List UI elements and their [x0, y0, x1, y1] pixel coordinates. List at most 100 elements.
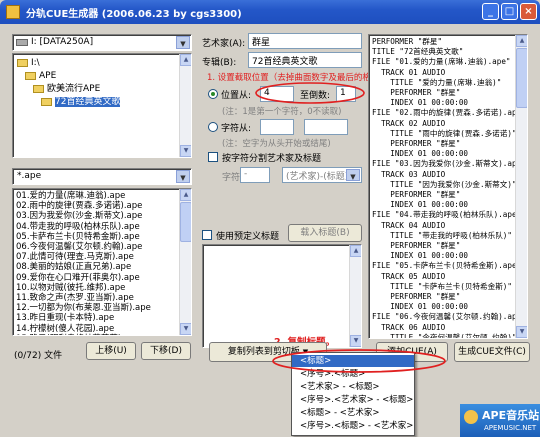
drive-combo[interactable]: I: [DATA250A] ▼: [12, 34, 192, 51]
cue-line: FILE "03.因为我爱你(沙金.斯蒂文).ape" WAVE: [372, 159, 526, 169]
tree-scrollbar[interactable]: ▲ ▼: [179, 54, 191, 157]
maximize-button[interactable]: □: [501, 3, 518, 20]
tree-node[interactable]: I:\: [17, 57, 40, 70]
file-item[interactable]: 05.卡萨布兰卡(贝特希金斯).ape: [16, 232, 188, 242]
tree-node-label: APE: [39, 71, 57, 81]
scroll-down-icon[interactable]: ▼: [180, 323, 191, 335]
char-from-field[interactable]: [260, 119, 294, 135]
cue-line: INDEX 01 00:00:00: [372, 149, 469, 159]
watermark-url: APEMUSIC.NET: [484, 424, 537, 432]
order-combo[interactable]: (艺术家)-(标题) ▼: [282, 167, 362, 183]
scroll-thumb[interactable]: [516, 48, 527, 108]
file-item[interactable]: 02.雨中的旋律(贾森.多诺诺).ape: [16, 201, 188, 211]
cue-line: TRACK 04 AUDIO: [372, 220, 446, 230]
cue-line: TITLE "雨中的旋律(贾森.多诺诺)": [372, 128, 517, 138]
tree-node[interactable]: APE: [25, 70, 56, 83]
file-item[interactable]: 09.爱你在心口难开(菲奥尔).ape: [16, 273, 188, 283]
folder-icon: [25, 71, 36, 80]
position-label: 位置从:: [221, 91, 252, 101]
file-item[interactable]: 04.带走我的呼吸(柏林乐队).ape: [16, 222, 188, 232]
file-item[interactable]: 08.美丽的姑娘(正直兄弟).ape: [16, 262, 188, 272]
file-list-scrollbar[interactable]: ▲ ▼: [179, 189, 191, 335]
cue-line: TITLE "今夜何温馨(艾尔顿.约翰)": [372, 332, 517, 339]
file-count: (0/72) 文件: [14, 351, 63, 361]
main-window: I: [DATA250A] ▼ I:\ APE 欧美流行APE 72首经典英文歌 ▲ …: [4, 24, 536, 437]
menu-item[interactable]: <艺术家> - <标题>: [292, 381, 414, 393]
scroll-down-icon[interactable]: ▼: [350, 335, 361, 347]
scroll-up-icon[interactable]: ▲: [350, 245, 361, 257]
tree-node[interactable]: 72首经典英文歌: [41, 96, 121, 109]
chevron-down-icon[interactable]: ▼: [176, 170, 190, 183]
cue-line: INDEX 01 00:00:00: [372, 98, 469, 108]
menu-highlight-ellipse: [272, 349, 446, 373]
cue-line: PERFORMER "群星": [372, 190, 461, 200]
preset-checkbox[interactable]: [202, 230, 212, 240]
cue-line: FILE "02.雨中的旋律(贾森.多诺诺).ape" WAVE: [372, 108, 526, 118]
artist-label: 艺术家(A):: [202, 39, 246, 49]
file-item[interactable]: 07.此情可待(理查.马克斯).ape: [16, 252, 188, 262]
chevron-down-icon[interactable]: ▼: [176, 36, 190, 49]
album-label: 专辑(B):: [202, 58, 237, 68]
file-list[interactable]: 01.爱的力量(席琳.迪翁).ape 02.雨中的旋律(贾森.多诺诺).ape 03…: [12, 188, 192, 336]
filter-combo[interactable]: *.ape ▼: [12, 168, 192, 185]
artist-field[interactable]: 群星: [248, 33, 362, 49]
file-item[interactable]: 10.以物对贼(彼托.维邦).ape: [16, 283, 188, 293]
file-item[interactable]: 15.路子(明利奥修林慕英菲).ape: [16, 334, 188, 335]
tree-node-label: 72首经典英文歌: [55, 97, 121, 107]
read-title-button[interactable]: 载入标题(B): [288, 224, 362, 242]
scroll-down-icon[interactable]: ▼: [516, 326, 527, 338]
file-item[interactable]: 13.昨日重现(卡本特).ape: [16, 313, 188, 323]
folder-tree[interactable]: I:\ APE 欧美流行APE 72首经典英文歌 ▲ ▼: [12, 53, 192, 158]
scroll-up-icon[interactable]: ▲: [180, 189, 191, 201]
char-to-field[interactable]: [304, 119, 348, 135]
annotation-ellipse: [255, 82, 365, 104]
cue-line: INDEX 01 00:00:00: [372, 200, 469, 210]
file-item[interactable]: 12.一切都为你(布莱恩.亚当斯).ape: [16, 303, 188, 313]
cue-line: INDEX 01 00:00:00: [372, 251, 469, 261]
generate-cue-button[interactable]: 生成CUE文件(C): [454, 342, 530, 362]
char-label: 字符从:: [221, 124, 252, 134]
cue-line: INDEX 01 00:00:00: [372, 302, 469, 312]
split-checkbox[interactable]: [208, 152, 218, 162]
file-item[interactable]: 11.致命之声(杰罗.亚当斯).ape: [16, 293, 188, 303]
char-radio[interactable]: [208, 122, 218, 132]
char-note: (注：空字为从头开始或结尾): [222, 139, 331, 149]
cue-scrollbar[interactable]: ▲ ▼: [515, 35, 527, 338]
close-button[interactable]: ×: [520, 3, 537, 20]
chevron-down-icon[interactable]: ▼: [346, 169, 360, 181]
move-up-button[interactable]: 上移(U): [86, 342, 136, 360]
scroll-down-icon[interactable]: ▼: [180, 145, 191, 157]
file-item[interactable]: 14.柠檬树(傻人花园).ape: [16, 324, 188, 334]
preset-scrollbar[interactable]: ▲ ▼: [349, 245, 361, 347]
cue-line: PERFORMER "群星": [372, 241, 461, 251]
cue-line: FILE "01.爱的力量(席琳.迪翁).ape" WAVE: [372, 57, 528, 67]
chars-field[interactable]: -: [240, 167, 270, 183]
watermark-icon: [464, 410, 478, 424]
move-down-button[interactable]: 下移(D): [141, 342, 191, 360]
file-item[interactable]: 03.因为我爱你(沙金.斯蒂文).ape: [16, 211, 188, 221]
cue-line: TITLE "因为我爱你(沙金.斯蒂文)": [372, 179, 517, 189]
window-title: 分轨CUE生成器 (2006.06.23 by cgs3300): [26, 9, 242, 20]
file-item[interactable]: 01.爱的力量(席琳.迪翁).ape: [16, 191, 188, 201]
watermark-logo: APE音乐站 APEMUSIC.NET: [460, 404, 540, 437]
position-note: (注：1是第一个字符，0不读取): [222, 107, 342, 117]
tree-node[interactable]: 欧美流行APE: [33, 83, 100, 96]
title-bar: 分轨CUE生成器 (2006.06.23 by cgs3300) _ □ ×: [0, 0, 540, 24]
cue-script-box[interactable]: PERFORMER "群星" TITLE "72首经典英文歌" FILE "01.爱…: [368, 34, 528, 339]
drive-icon: [16, 39, 28, 46]
album-field[interactable]: 72首经典英文歌: [248, 52, 362, 68]
cue-line: TITLE "带走我的呼吸(柏林乐队)": [372, 230, 512, 240]
menu-item[interactable]: <序号>.<标题> - <艺术家>: [292, 420, 414, 432]
scroll-up-icon[interactable]: ▲: [180, 54, 191, 66]
menu-item[interactable]: <序号>.<艺术家> - <标题>: [292, 394, 414, 406]
scroll-up-icon[interactable]: ▲: [516, 35, 527, 47]
filter-combo-value: *.ape: [17, 171, 42, 181]
minimize-button[interactable]: _: [482, 3, 499, 20]
menu-item[interactable]: <标题> - <艺术家>: [292, 407, 414, 419]
cue-line: PERFORMER "群星": [372, 37, 443, 46]
position-radio[interactable]: [208, 89, 218, 99]
cue-line: TITLE "卡萨布兰卡(贝特希金斯)": [372, 281, 512, 291]
scroll-thumb[interactable]: [180, 202, 191, 242]
preset-title-box[interactable]: ▲ ▼: [202, 244, 362, 348]
file-item[interactable]: 06.今夜何温馨(艾尔顿.约翰).ape: [16, 242, 188, 252]
